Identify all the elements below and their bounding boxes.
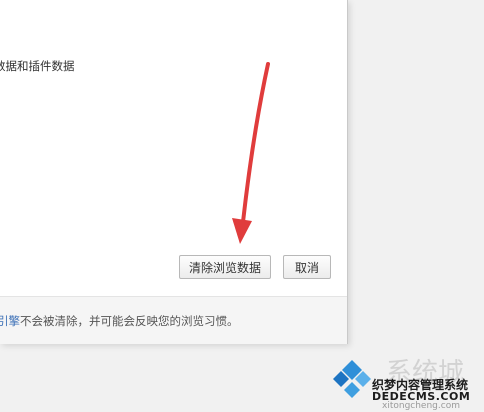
footer-note: 引擎不会被清除，并可能会反映您的浏览习惯。 xyxy=(0,313,239,329)
watermark-site: xitongcheng.com xyxy=(382,401,460,411)
watermark: 系统城 织梦内容管理系统 DEDECMS.COM xitongcheng.com xyxy=(330,352,484,412)
windows-logo-icon xyxy=(333,360,371,398)
cancel-button[interactable]: 取消 xyxy=(283,255,331,279)
clear-browsing-data-dialog: 数据和插件数据 清除浏览数据 取消 引擎不会被清除，并可能会反映您的浏览习惯。 xyxy=(0,0,348,344)
option-label-plugin-data: 数据和插件数据 xyxy=(0,59,75,73)
clear-browsing-data-button[interactable]: 清除浏览数据 xyxy=(179,255,271,279)
dialog-footer: 引擎不会被清除，并可能会反映您的浏览习惯。 xyxy=(0,296,347,344)
search-engine-link[interactable]: 引擎 xyxy=(0,314,20,328)
footer-note-text: 不会被清除，并可能会反映您的浏览习惯。 xyxy=(20,314,239,328)
